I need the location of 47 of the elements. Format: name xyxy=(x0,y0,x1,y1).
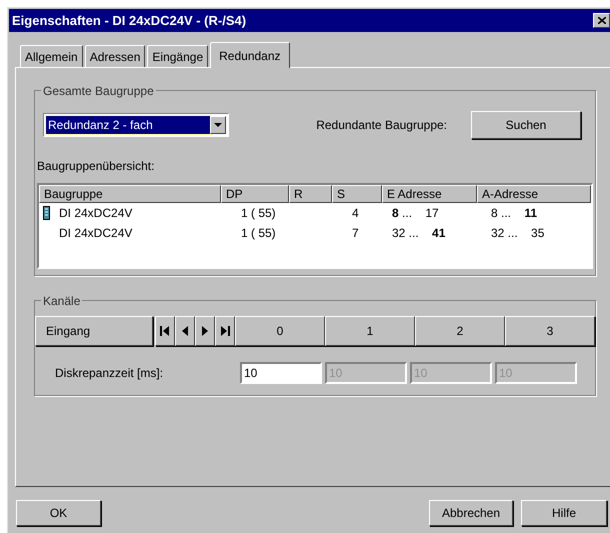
table-cell-text: DI 24xDC24V xyxy=(59,225,132,242)
module-icon xyxy=(43,206,50,220)
navigation-button[interactable] xyxy=(155,316,175,346)
tab[interactable]: Redundanz xyxy=(210,42,290,68)
table-cell-text: 4 xyxy=(352,205,359,222)
column-header[interactable]: S xyxy=(332,185,382,203)
channel-header[interactable]: 3 xyxy=(505,316,595,346)
search-button[interactable]: Suchen xyxy=(471,111,581,139)
close-icon xyxy=(598,17,606,24)
ok-button[interactable]: OK xyxy=(16,500,101,526)
skip-start-icon xyxy=(159,325,171,337)
column-header[interactable]: DP xyxy=(221,185,289,203)
table-cell-text: 32 ... 41 xyxy=(392,225,446,242)
tab[interactable]: Adressen xyxy=(84,45,146,67)
table-cell-text: 8 ... 11 xyxy=(491,205,538,222)
channel-header[interactable]: 0 xyxy=(235,316,325,346)
table-cell-text: 8 ... 17 xyxy=(392,205,439,222)
redundant-module-label: Redundante Baugruppe: xyxy=(316,117,447,134)
table-cell-text: 32 ... 35 xyxy=(491,225,544,242)
cancel-button[interactable]: Abbrechen xyxy=(429,500,513,526)
table-cell-text: DI 24xDC24V xyxy=(59,205,132,222)
tab[interactable]: Eingänge xyxy=(147,45,208,67)
navigation-button[interactable] xyxy=(215,316,235,346)
help-button[interactable]: Hilfe xyxy=(521,500,607,526)
table-cell-text: 1 ( 55) xyxy=(241,225,276,242)
column-header[interactable]: Baugruppe xyxy=(39,185,221,203)
dropdown-value: Redundanz 2 - fach xyxy=(46,116,210,134)
close-button[interactable] xyxy=(593,13,610,28)
column-header[interactable]: A-Adresse xyxy=(477,185,591,203)
tab[interactable]: Allgemein xyxy=(20,45,83,67)
channel-header[interactable]: 1 xyxy=(325,316,415,346)
table-cell-text: 7 xyxy=(352,225,359,242)
navigation-button[interactable] xyxy=(175,316,195,346)
column-header[interactable]: R xyxy=(289,185,332,203)
navigation-button[interactable] xyxy=(195,316,215,346)
discrepancy-time-label: Diskrepanzzeit [ms]: xyxy=(55,365,164,382)
input-field[interactable]: 10 xyxy=(240,362,322,384)
channel-header[interactable]: 2 xyxy=(415,316,505,346)
dropdown-arrow-button[interactable] xyxy=(210,116,226,134)
table-cell-text: 1 ( 55) xyxy=(241,205,276,222)
caret-icon xyxy=(214,123,222,127)
dropdown[interactable]: Redundanz 2 - fach xyxy=(43,113,229,137)
overview-label: Baugruppenübersicht: xyxy=(37,158,154,175)
skip-end-icon xyxy=(219,325,231,337)
window-title: Eigenschaften - DI 24xDC24V - (R-/S4) xyxy=(12,12,246,30)
channel-type-button[interactable]: Eingang xyxy=(35,316,153,346)
column-header[interactable]: E Adresse xyxy=(382,185,477,203)
